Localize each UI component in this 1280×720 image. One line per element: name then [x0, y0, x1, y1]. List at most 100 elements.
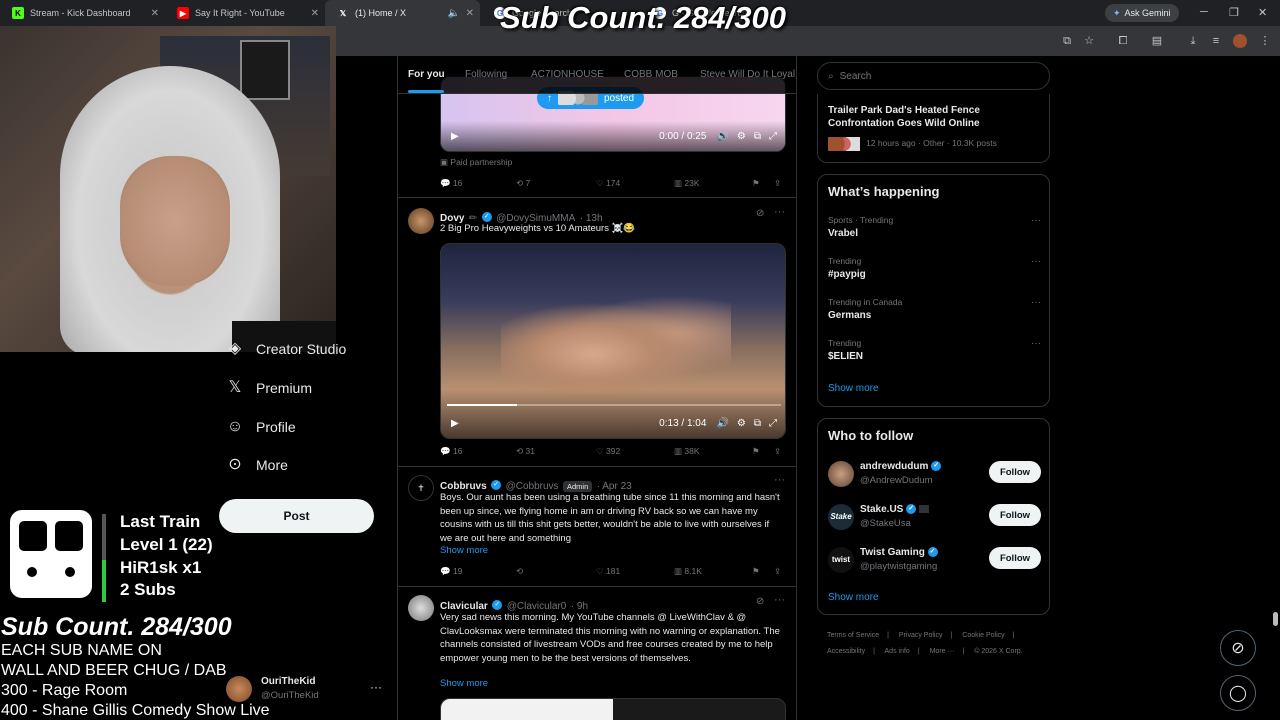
download-icon[interactable]: ⤓: [1186, 34, 1200, 48]
close-icon[interactable]: ✕: [311, 8, 319, 19]
account-more-icon[interactable]: ···: [370, 680, 382, 694]
timeline-post[interactable]: Clavicular ✓ @Clavicular0 · 9h ⊘ ··· Ver…: [398, 587, 796, 720]
bookmark-star-icon[interactable]: ☆: [1082, 34, 1096, 48]
fullscreen-icon[interactable]: ⤢: [769, 418, 777, 429]
share-icon[interactable]: ⇪: [774, 446, 781, 457]
restore-icon[interactable]: ❐: [1229, 6, 1239, 19]
share-icon[interactable]: ⇪: [774, 178, 781, 189]
reply-button[interactable]: 💬 16: [440, 446, 462, 457]
reply-button[interactable]: 💬 16: [440, 178, 462, 189]
media-control-icon[interactable]: ≡: [1209, 34, 1223, 48]
like-button[interactable]: ♡ 181: [596, 566, 620, 577]
footer-link[interactable]: Accessibility: [827, 648, 865, 655]
tab-for-you[interactable]: For you: [408, 69, 445, 80]
show-more-link[interactable]: Show more: [440, 545, 488, 556]
trend-more-icon[interactable]: ···: [1031, 297, 1041, 308]
show-more-follow-link[interactable]: Show more: [828, 592, 879, 603]
timeline-post[interactable]: ✝ Cobbruvs ✓ @Cobbruvs Admin · Apr 23 ··…: [398, 467, 796, 587]
footer-link[interactable]: Ads info: [885, 648, 910, 655]
extensions-icon[interactable]: ⧠: [1116, 34, 1130, 48]
tab-steve-will-do-it[interactable]: Steve Will Do It Loyal: [700, 69, 795, 80]
top-story-card[interactable]: Trailer Park Dad's Heated Fence Confront…: [817, 94, 1050, 163]
post-image[interactable]: [440, 698, 786, 720]
post-more-icon[interactable]: ···: [774, 206, 785, 218]
like-button[interactable]: ♡ 174: [596, 178, 620, 189]
volume-icon[interactable]: 🔊: [716, 418, 728, 429]
views-button[interactable]: ▥ 38K: [674, 446, 700, 457]
story-title[interactable]: Trailer Park Dad's Heated Fence Confront…: [828, 104, 1038, 130]
search-input[interactable]: ⌕ Search: [817, 62, 1050, 90]
tab-cobb-mob[interactable]: COBB MOB: [624, 69, 678, 80]
trend-more-icon[interactable]: ···: [1031, 256, 1041, 267]
avatar[interactable]: [828, 461, 854, 487]
play-icon[interactable]: ▶: [451, 131, 459, 142]
close-icon[interactable]: ✕: [466, 8, 474, 19]
settings-icon[interactable]: ⚙: [737, 131, 746, 142]
scrollbar-thumb[interactable]: [1273, 612, 1278, 626]
share-icon[interactable]: ⇪: [774, 566, 781, 577]
follow-suggestion[interactable]: Stake Stake.US ✓ @StakeUsa Follow: [828, 502, 1041, 536]
repost-button[interactable]: ⟲: [516, 566, 523, 577]
footer-link[interactable]: Privacy Policy: [899, 632, 943, 639]
tab-x-home[interactable]: 𝕏 (1) Home / X 🔈 ✕: [325, 0, 480, 26]
trend-item[interactable]: Sports · Trending Vrabel ···: [828, 215, 1041, 239]
show-more-trends-link[interactable]: Show more: [828, 383, 879, 394]
follow-button[interactable]: Follow: [989, 504, 1041, 526]
ask-gemini-button[interactable]: ✦ Ask Gemini: [1105, 4, 1179, 22]
account-avatar[interactable]: [226, 676, 252, 702]
avatar[interactable]: [408, 595, 434, 621]
show-more-link[interactable]: Show more: [440, 678, 488, 689]
post-more-icon[interactable]: ···: [774, 594, 785, 606]
pip-icon[interactable]: ⧉: [754, 131, 761, 142]
menu-icon[interactable]: ⋮: [1258, 34, 1272, 48]
footer-link[interactable]: Terms of Service: [827, 632, 879, 639]
tab-kick-dashboard[interactable]: K Stream - Kick Dashboard ✕: [0, 0, 165, 26]
bookmark-icon[interactable]: ⚑: [752, 178, 760, 189]
reply-button[interactable]: 💬 19: [440, 566, 462, 577]
minimize-icon[interactable]: ─: [1200, 6, 1208, 18]
trend-item[interactable]: Trending $ELIEN ···: [828, 338, 1041, 362]
avatar[interactable]: ✝: [408, 475, 434, 501]
post-button[interactable]: Post: [219, 499, 374, 533]
messages-icon[interactable]: ◯: [1220, 675, 1256, 711]
nav-creator-studio[interactable]: ◈ Creator Studio: [226, 340, 346, 358]
grok-icon[interactable]: ⊘: [756, 596, 764, 607]
profile-avatar-icon[interactable]: [1233, 34, 1247, 48]
views-button[interactable]: ▥ 8.1K: [674, 566, 702, 577]
follow-suggestion[interactable]: andrewdudum ✓ @AndrewDudum Follow: [828, 459, 1041, 493]
trend-item[interactable]: Trending #paypig ···: [828, 256, 1041, 280]
settings-icon[interactable]: ⚙: [737, 418, 746, 429]
views-button[interactable]: ▥ 23K: [674, 178, 700, 189]
stake-logo-icon[interactable]: Stake: [828, 504, 854, 530]
nav-more[interactable]: ⊙ More: [226, 456, 288, 474]
post-more-icon[interactable]: ···: [774, 474, 785, 486]
twist-logo-icon[interactable]: twist: [828, 547, 854, 573]
volume-icon[interactable]: 🔊: [716, 131, 728, 142]
pip-icon[interactable]: ⧉: [754, 418, 761, 429]
footer-link[interactable]: More ···: [930, 648, 955, 655]
trend-more-icon[interactable]: ···: [1031, 215, 1041, 226]
tab-following[interactable]: Following: [465, 69, 507, 80]
fullscreen-icon[interactable]: ⤢: [769, 131, 777, 142]
avatar[interactable]: [408, 208, 434, 234]
follow-button[interactable]: Follow: [989, 547, 1041, 569]
timeline-post[interactable]: Dovy ✏ ✓ @DovySimuMMA · 13h ⊘ ··· 2 Big …: [398, 198, 796, 467]
page-scrollbar[interactable]: [1271, 56, 1280, 720]
close-window-icon[interactable]: ✕: [1258, 6, 1267, 19]
trend-item[interactable]: Trending in Canada Germans ···: [828, 297, 1041, 321]
footer-link[interactable]: Cookie Policy: [962, 632, 1004, 639]
nav-profile[interactable]: ☺ Profile: [226, 418, 296, 436]
repost-button[interactable]: ⟲ 31: [516, 446, 535, 457]
post-video[interactable]: ▶ 0:13 / 1:04 🔊 ⚙ ⧉ ⤢: [440, 243, 786, 439]
like-button[interactable]: ♡ 392: [596, 446, 620, 457]
grok-icon[interactable]: ⊘: [756, 208, 764, 219]
repost-button[interactable]: ⟲ 7: [516, 178, 530, 189]
trend-more-icon[interactable]: ···: [1031, 338, 1041, 349]
play-icon[interactable]: ▶: [451, 418, 459, 429]
bookmark-icon[interactable]: ⚑: [752, 566, 760, 577]
grok-icon[interactable]: ⊘: [1220, 630, 1256, 666]
mute-icon[interactable]: 🔈: [448, 8, 460, 19]
install-icon[interactable]: ⧉: [1060, 34, 1074, 48]
follow-suggestion[interactable]: twist Twist Gaming ✓ @playtwistgaming Fo…: [828, 545, 1041, 579]
tab-youtube[interactable]: ▶ Say It Right - YouTube ✕: [165, 0, 325, 26]
